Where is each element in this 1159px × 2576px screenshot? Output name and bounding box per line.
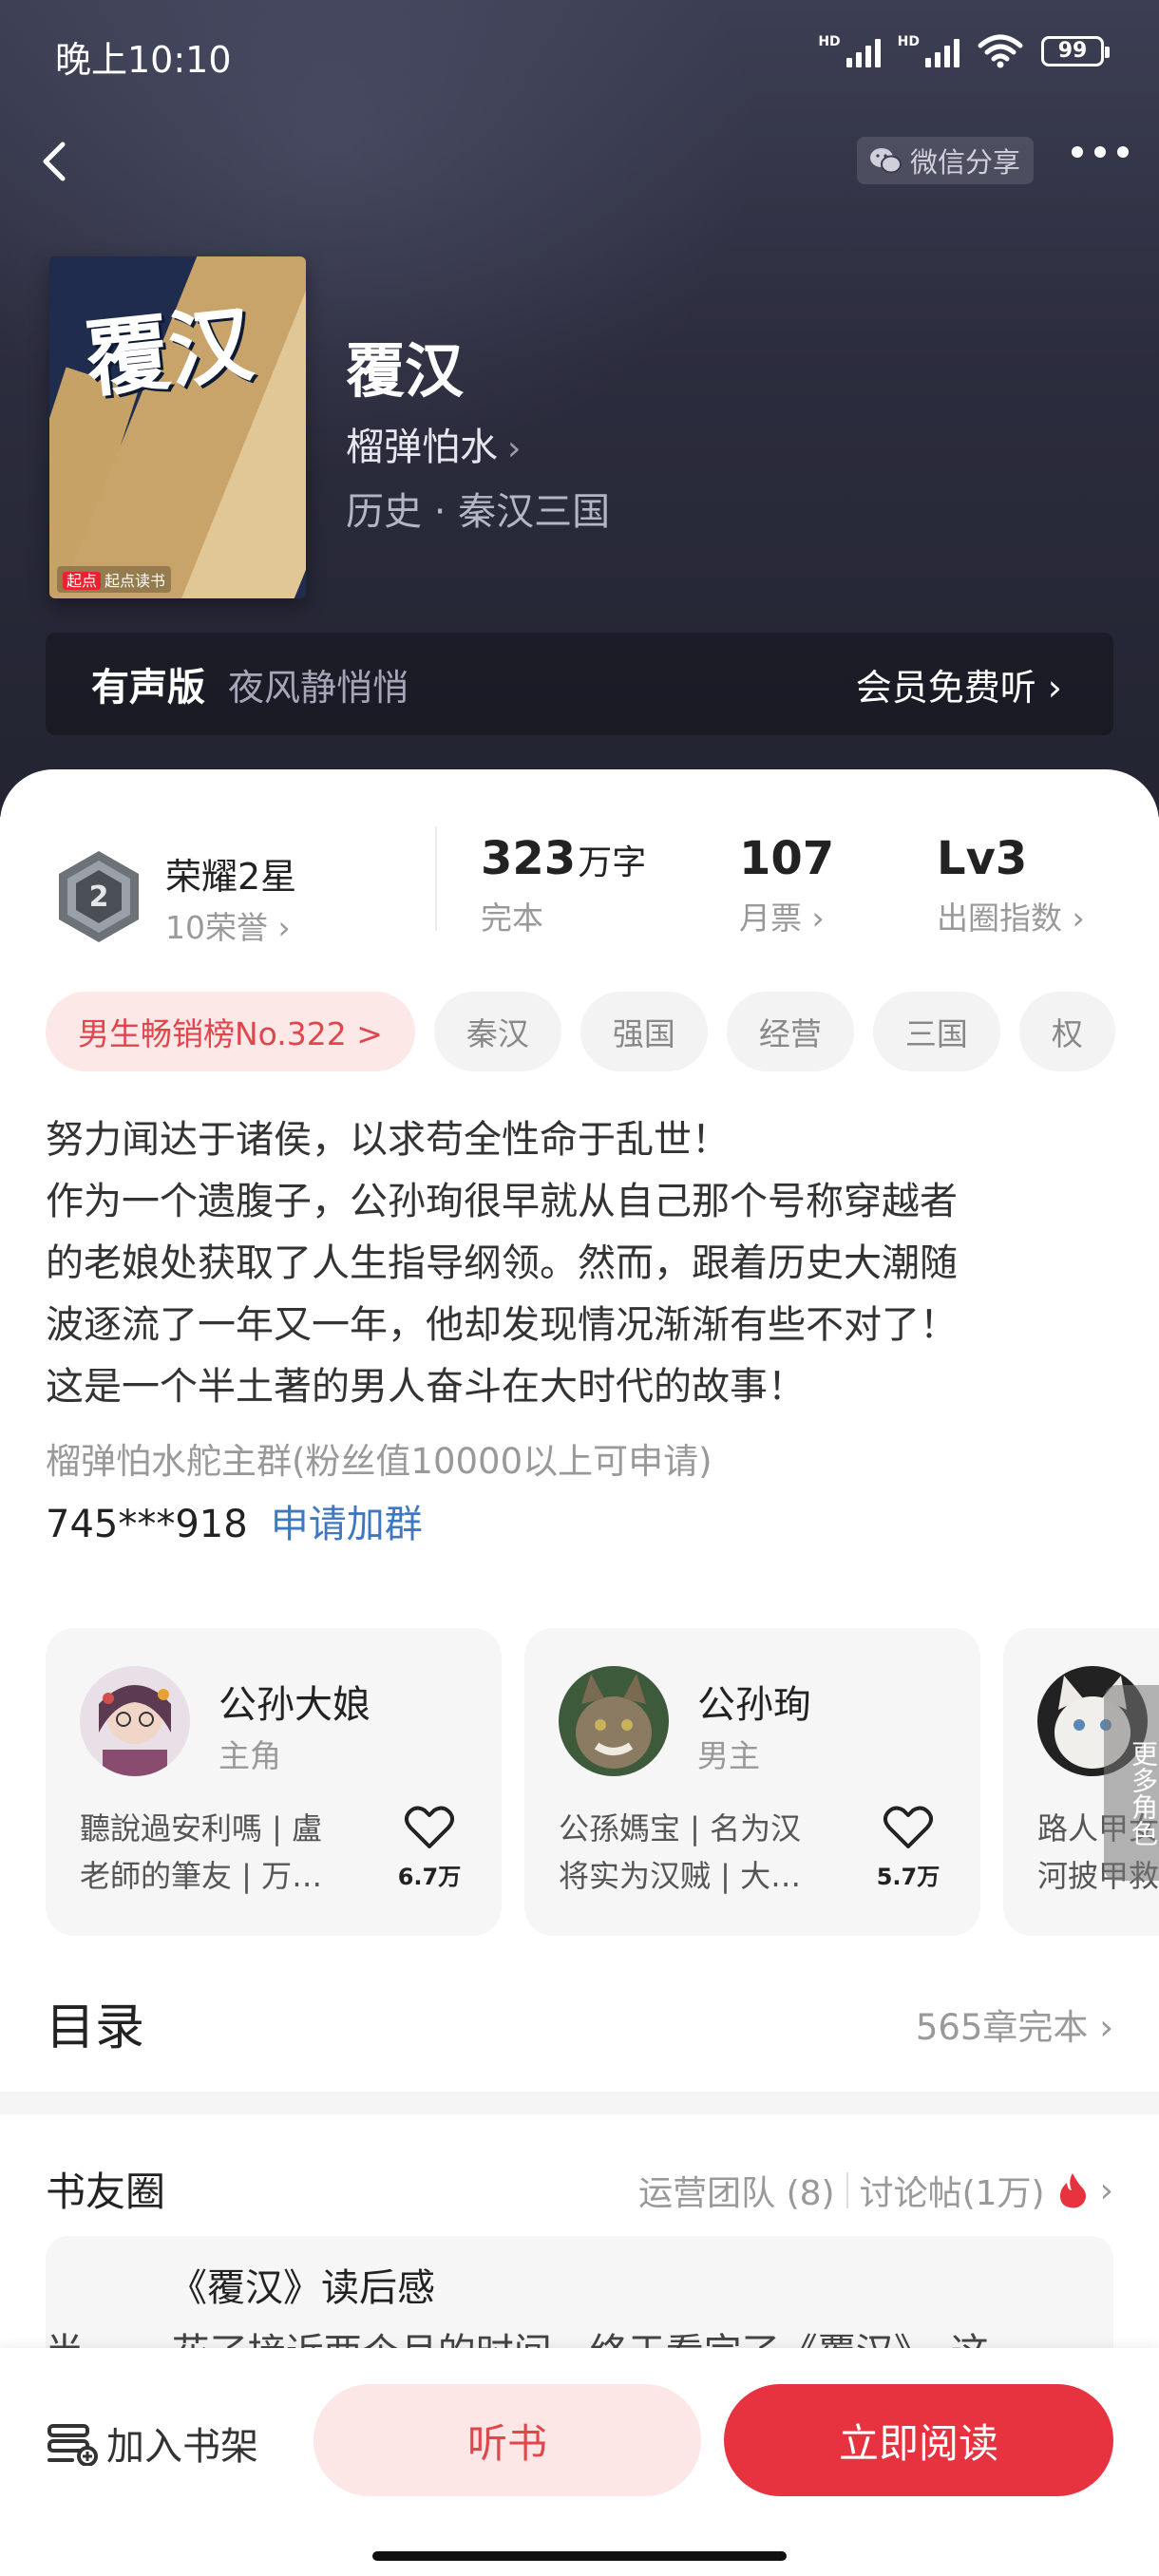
join-group-link[interactable]: 申请加群 [271, 1503, 423, 1546]
character-name: 公孙珣 [697, 1683, 811, 1727]
stat-popularity-index[interactable]: Lv3 出圈指数 › [937, 832, 1085, 938]
svg-text:2: 2 [89, 881, 109, 914]
wechat-share-button[interactable]: 微信分享 [857, 137, 1034, 184]
honor-points: 10荣誉 › [165, 909, 291, 946]
book-header: 晚上10:10 HD HD 99 微信分享 覆汉 起点 起点读书 覆汉 榴弹怕水… [0, 0, 1159, 817]
heart-icon [404, 1806, 455, 1848]
tag-item[interactable]: 秦汉 [433, 992, 561, 1071]
tag-item[interactable]: 强国 [580, 992, 708, 1071]
character-name: 公孙大娘 [218, 1683, 370, 1727]
add-to-shelf-label: 加入书架 [106, 2425, 258, 2469]
book-genre: 历史 · 秦汉三国 [346, 490, 611, 534]
circle-meta: 运营团队 (8) 讨论帖(1万) › [638, 2166, 1113, 2215]
tag-list: 男生畅销榜No.322 > 秦汉 强国 经营 三国 权 [46, 992, 1159, 1071]
chevron-right-icon: › [1099, 2170, 1113, 2210]
character-card[interactable]: 公孙珣 男主 公孫媽宝 | 名为汉 将实为汉贼 | 大… 5.7万 [524, 1628, 980, 1936]
chevron-right-icon: › [507, 429, 522, 468]
toc-title: 目录 [46, 1999, 145, 2056]
fan-group-info: 榴弹怕水舵主群(粉丝值10000以上可申请) [46, 1441, 712, 1482]
chevron-right-icon: › [1099, 2007, 1113, 2048]
section-divider [0, 2092, 1159, 2114]
cover-publisher-logo: 起点 起点读书 [57, 566, 172, 593]
tag-item[interactable]: 经营 [726, 992, 854, 1071]
listen-button[interactable]: 听书 [314, 2384, 701, 2496]
back-icon[interactable] [28, 133, 86, 190]
chevron-right-icon: › [1047, 666, 1062, 709]
top-nav: 微信分享 [0, 133, 1159, 190]
toc-summary: 565章完本 › [915, 2007, 1113, 2048]
audio-narrator: 夜风静悄悄 [228, 666, 409, 709]
character-desc: 聽說過安利嗎 | 盧老師的筆友 | 万… [80, 1810, 323, 1894]
tag-rank[interactable]: 男生畅销榜No.322 > [46, 992, 415, 1071]
add-shelf-icon [48, 2424, 98, 2466]
operations-team[interactable]: 运营团队 (8) [638, 2166, 834, 2215]
chevron-right-icon: › [811, 900, 825, 937]
battery-icon: 99 [1041, 36, 1110, 66]
tag-item[interactable]: 三国 [872, 992, 1000, 1071]
circle-title: 书友圈 [46, 2169, 166, 2215]
cellular-signal-icon-2: HD [898, 35, 960, 67]
member-free-listen[interactable]: 会员免费听 › [856, 658, 1062, 710]
reader-circle-header[interactable]: 书友圈 运营团队 (8) 讨论帖(1万) › [46, 2160, 1113, 2236]
bottom-action-bar: 加入书架 听书 立即阅读 [0, 2348, 1159, 2576]
cover-title: 覆汉 [81, 294, 257, 409]
character-role: 主角 [218, 1737, 281, 1774]
character-avatar [80, 1666, 190, 1776]
character-card[interactable]: 公孙大娘 主角 聽說過安利嗎 | 盧老師的筆友 | 万… 6.7万 [46, 1628, 502, 1936]
status-time: 晚上10:10 [55, 39, 232, 81]
chevron-right-icon: › [277, 909, 291, 946]
status-icons: HD HD 99 [818, 34, 1110, 68]
author-name: 榴弹怕水 [346, 426, 498, 469]
tag-item[interactable]: 权 [1018, 992, 1115, 1071]
home-indicator[interactable] [372, 2551, 787, 2561]
book-title: 覆汉 [346, 336, 465, 406]
character-role: 男主 [697, 1737, 760, 1774]
chevron-right-icon: › [1072, 900, 1085, 937]
wechat-share-label: 微信分享 [910, 146, 1021, 179]
character-desc: 公孫媽宝 | 名为汉 将实为汉贼 | 大… [559, 1810, 802, 1894]
status-bar: 晚上10:10 HD HD 99 [55, 27, 1110, 81]
fan-group-number: 745***918 申请加群 [46, 1503, 423, 1546]
character-list: 公孙大娘 主角 聽說過安利嗎 | 盧老師的筆友 | 万… 6.7万 公孙珣 男主… [46, 1628, 1159, 1936]
discussion-count[interactable]: 讨论帖(1万) [860, 2166, 1045, 2215]
honor-medal-icon: 2 [59, 851, 139, 942]
wechat-icon [870, 148, 902, 174]
character-avatar [559, 1666, 669, 1776]
audio-version-bar[interactable]: 有声版 夜风静悄悄 会员免费听 › [46, 633, 1113, 735]
audio-label: 有声版 [91, 666, 205, 710]
honor-name: 荣耀2星 [165, 856, 297, 898]
table-of-contents[interactable]: 目录 565章完本 › [46, 1974, 1113, 2069]
post-title: 《覆汉》读后感 [169, 2266, 435, 2310]
more-options-icon[interactable] [1072, 146, 1129, 158]
character-like[interactable]: 6.7万 [391, 1805, 467, 1891]
character-like[interactable]: 5.7万 [870, 1805, 946, 1891]
book-detail-card: 2 荣耀2星 10荣誉 › 323万字 完本 107 月票 › Lv3 出圈指数… [0, 769, 1159, 2576]
wifi-icon [978, 34, 1023, 68]
divider [435, 826, 437, 931]
stat-word-count: 323万字 完本 [481, 832, 647, 937]
author-link[interactable]: 榴弹怕水 › [346, 416, 521, 471]
book-cover: 覆汉 起点 起点读书 [49, 256, 306, 598]
read-now-button[interactable]: 立即阅读 [724, 2384, 1113, 2496]
fire-icon [1059, 2173, 1086, 2208]
more-characters-button[interactable]: 更多角色 [1104, 1685, 1159, 1881]
stat-monthly-votes[interactable]: 107 月票 › [739, 832, 834, 938]
heart-icon [883, 1806, 934, 1848]
book-description: 努力闻达于诸侯，以求苟全性命于乱世！ 作为一个遗腹子，公孙珣很早就从自己那个号称… [46, 1118, 958, 1409]
add-to-shelf-button[interactable]: 加入书架 [46, 2386, 258, 2500]
cellular-signal-icon: HD [818, 35, 881, 67]
